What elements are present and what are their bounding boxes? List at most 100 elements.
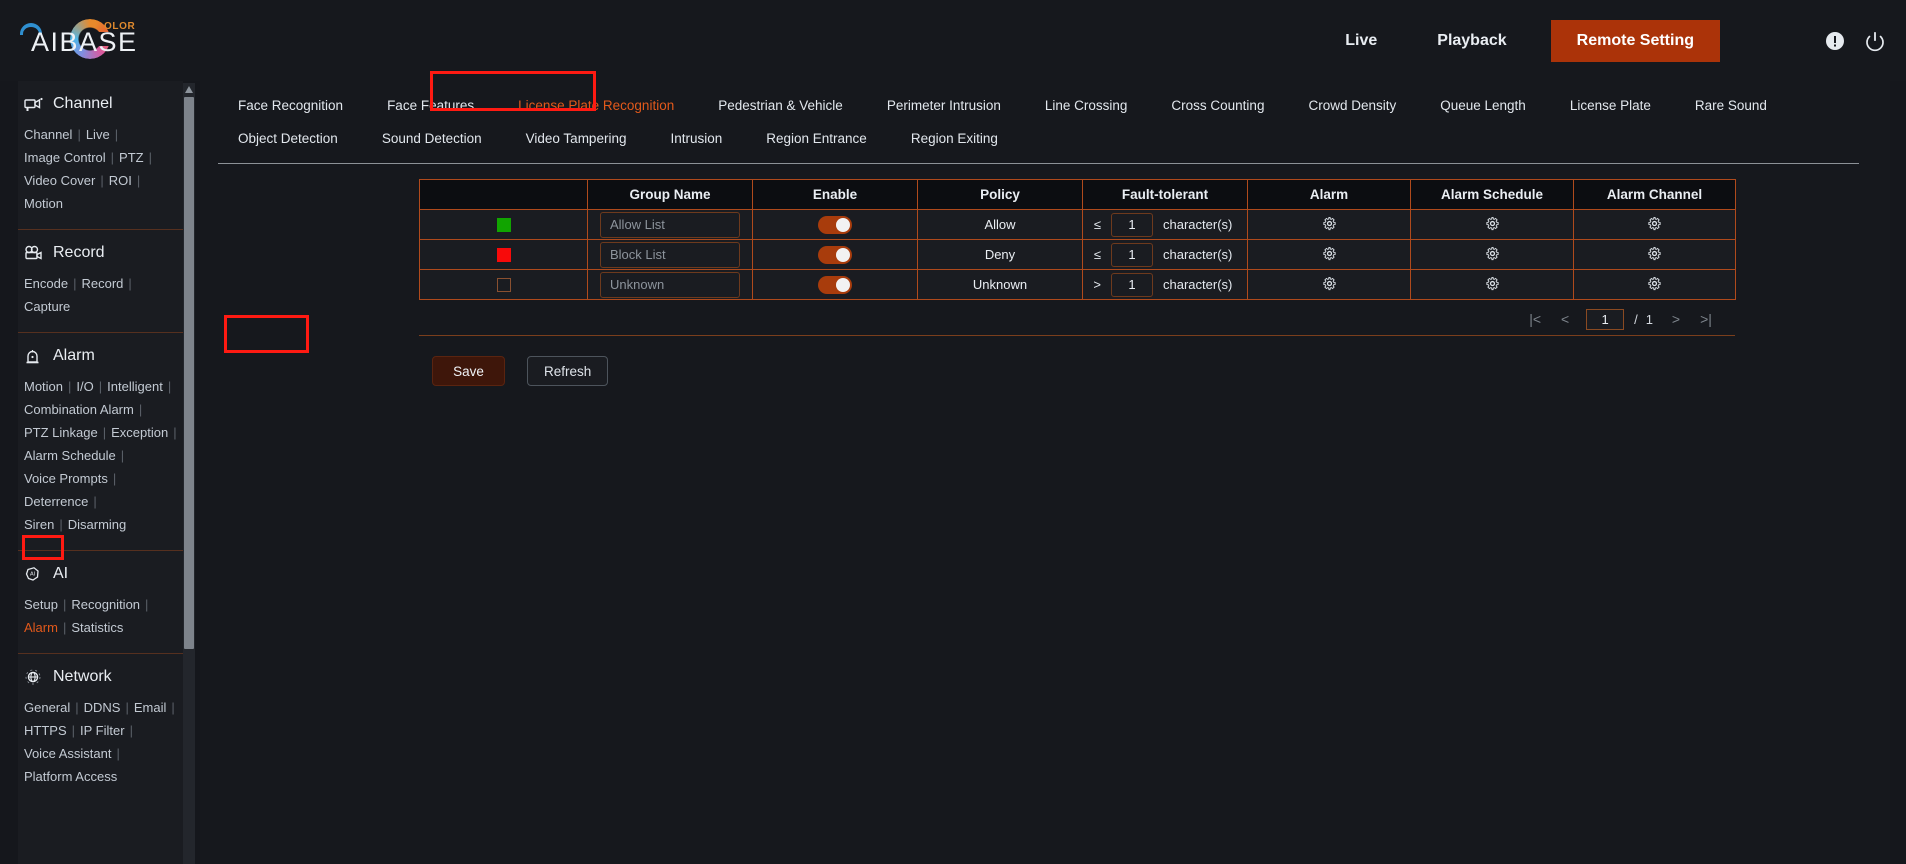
link-separator: | xyxy=(59,517,63,532)
sidebar-link-exception[interactable]: Exception xyxy=(111,421,168,444)
sidebar-section-header[interactable]: Channel xyxy=(18,81,183,123)
sidebar-link-email[interactable]: Email xyxy=(134,696,167,719)
gear-icon[interactable] xyxy=(1485,246,1500,261)
save-button[interactable]: Save xyxy=(432,356,505,386)
sidebar-link-channel[interactable]: Channel xyxy=(24,123,72,146)
sidebar-link-ptz[interactable]: PTZ xyxy=(119,146,144,169)
nav-live[interactable]: Live xyxy=(1315,32,1407,50)
sidebar-link-disarming[interactable]: Disarming xyxy=(68,513,127,536)
fault-tolerant-unit: character(s) xyxy=(1163,247,1233,262)
tab-rare-sound[interactable]: Rare Sound xyxy=(1673,98,1789,113)
sidebar-link-io[interactable]: I/O xyxy=(76,375,93,398)
tab-pedestrian-vehicle[interactable]: Pedestrian & Vehicle xyxy=(696,98,865,113)
sidebar-link-ptz-linkage[interactable]: PTZ Linkage xyxy=(24,421,98,444)
gear-icon[interactable] xyxy=(1322,246,1337,261)
sidebar-link-recognition[interactable]: Recognition xyxy=(71,593,140,616)
tab-queue-length[interactable]: Queue Length xyxy=(1418,98,1548,113)
refresh-button[interactable]: Refresh xyxy=(527,356,609,386)
tab-region-entrance[interactable]: Region Entrance xyxy=(744,131,889,146)
sidebar-link-ai-alarm[interactable]: Alarm xyxy=(24,616,58,639)
nav-playback[interactable]: Playback xyxy=(1407,32,1536,50)
gear-icon[interactable] xyxy=(1647,276,1662,291)
tab-intrusion[interactable]: Intrusion xyxy=(648,131,744,146)
sidebar-section-title: AI xyxy=(53,565,69,582)
prev-page-icon[interactable]: < xyxy=(1550,311,1580,327)
tab-crowd-density[interactable]: Crowd Density xyxy=(1286,98,1418,113)
sidebar-section-header[interactable]: Alarm xyxy=(18,333,183,375)
gear-icon[interactable] xyxy=(1485,216,1500,231)
sidebar-link-https[interactable]: HTTPS xyxy=(24,719,67,742)
gear-icon[interactable] xyxy=(1485,276,1500,291)
tab-cross-counting[interactable]: Cross Counting xyxy=(1149,98,1286,113)
sidebar-link-combination-alarm[interactable]: Combination Alarm xyxy=(24,398,134,421)
sidebar-link-alarm-schedule[interactable]: Alarm Schedule xyxy=(24,444,116,467)
video-camera-icon xyxy=(25,245,42,260)
sidebar-link-live[interactable]: Live xyxy=(86,123,110,146)
gear-icon[interactable] xyxy=(1647,246,1662,261)
tab-perimeter-intrusion[interactable]: Perimeter Intrusion xyxy=(865,98,1023,113)
color-swatch[interactable] xyxy=(496,218,511,233)
sidebar-scrollbar[interactable] xyxy=(183,83,195,864)
tab-license-plate[interactable]: License Plate xyxy=(1548,98,1673,113)
enable-toggle[interactable] xyxy=(818,245,852,264)
sidebar-section-header[interactable]: Record xyxy=(18,230,183,272)
fault-tolerant-input[interactable]: 1 xyxy=(1111,272,1153,297)
row-swatch-cell xyxy=(419,209,588,240)
col-enable: Enable xyxy=(752,179,918,210)
tab-face-recognition[interactable]: Face Recognition xyxy=(216,98,365,113)
sidebar-link-image-control[interactable]: Image Control xyxy=(24,146,106,169)
sidebar-section-header[interactable]: AI AI xyxy=(18,551,183,593)
page-number-input[interactable]: 1 xyxy=(1586,308,1625,330)
sidebar-link-deterrence[interactable]: Deterrence xyxy=(24,490,88,513)
tab-object-detection[interactable]: Object Detection xyxy=(216,131,360,146)
sidebar-link-encode[interactable]: Encode xyxy=(24,272,68,295)
color-swatch[interactable] xyxy=(496,248,511,263)
color-swatch[interactable] xyxy=(496,278,511,293)
next-page-icon[interactable]: > xyxy=(1661,311,1691,327)
fault-tolerant-operator: ≤ xyxy=(1093,247,1101,262)
enable-toggle[interactable] xyxy=(818,215,852,234)
scroll-up-arrow-icon[interactable] xyxy=(183,83,195,96)
fault-tolerant-input[interactable]: 1 xyxy=(1111,242,1153,267)
sidebar-link-setup[interactable]: Setup xyxy=(24,593,58,616)
exclamation-circle-icon[interactable] xyxy=(1824,30,1846,52)
tab-sound-detection[interactable]: Sound Detection xyxy=(360,131,504,146)
app-logo: AIBASE OLOR xyxy=(18,16,148,62)
sidebar-link-statistics[interactable]: Statistics xyxy=(71,616,123,639)
sidebar-link-roi[interactable]: ROI xyxy=(109,169,132,192)
gear-icon[interactable] xyxy=(1647,216,1662,231)
sidebar-link-video-cover[interactable]: Video Cover xyxy=(24,169,95,192)
sidebar-section-header[interactable]: Network xyxy=(18,654,183,696)
sidebar-link-intelligent[interactable]: Intelligent xyxy=(107,375,163,398)
sidebar-link-ip-filter[interactable]: IP Filter xyxy=(80,719,125,742)
scrollbar-thumb[interactable] xyxy=(184,97,194,649)
col-alarm-channel: Alarm Channel xyxy=(1573,179,1736,210)
tab-video-tampering[interactable]: Video Tampering xyxy=(504,131,649,146)
remote-setting-button[interactable]: Remote Setting xyxy=(1550,19,1720,62)
fault-tolerant-input[interactable]: 1 xyxy=(1111,212,1153,237)
first-page-icon[interactable]: |< xyxy=(1520,311,1550,327)
sidebar-link-motion[interactable]: Motion xyxy=(24,375,63,398)
tab-line-crossing[interactable]: Line Crossing xyxy=(1023,98,1150,113)
sidebar-link-capture[interactable]: Capture xyxy=(24,295,70,318)
tab-license-plate-recognition[interactable]: License Plate Recognition xyxy=(496,98,696,113)
sidebar-link-voice-prompts[interactable]: Voice Prompts xyxy=(24,467,108,490)
link-separator: | xyxy=(75,700,79,715)
sidebar-link-general[interactable]: General xyxy=(24,696,70,719)
sidebar-link-siren[interactable]: Siren xyxy=(24,513,54,536)
tab-face-features[interactable]: Face Features xyxy=(365,98,496,113)
gear-icon[interactable] xyxy=(1322,276,1337,291)
last-page-icon[interactable]: >| xyxy=(1691,311,1721,327)
enable-toggle[interactable] xyxy=(818,275,852,294)
sidebar-link-platform-access[interactable]: Platform Access xyxy=(24,765,117,788)
group-name-input[interactable]: Block List xyxy=(600,241,740,268)
sidebar-link-record[interactable]: Record xyxy=(81,272,123,295)
gear-icon[interactable] xyxy=(1322,216,1337,231)
group-name-input[interactable]: Allow List xyxy=(600,211,740,238)
sidebar-link-motion[interactable]: Motion xyxy=(24,192,63,215)
tab-region-exiting[interactable]: Region Exiting xyxy=(889,131,1020,146)
power-icon[interactable] xyxy=(1864,30,1886,52)
group-name-input[interactable]: Unknown xyxy=(600,271,740,298)
sidebar-link-voice-assistant[interactable]: Voice Assistant xyxy=(24,742,111,765)
sidebar-link-ddns[interactable]: DDNS xyxy=(84,696,121,719)
